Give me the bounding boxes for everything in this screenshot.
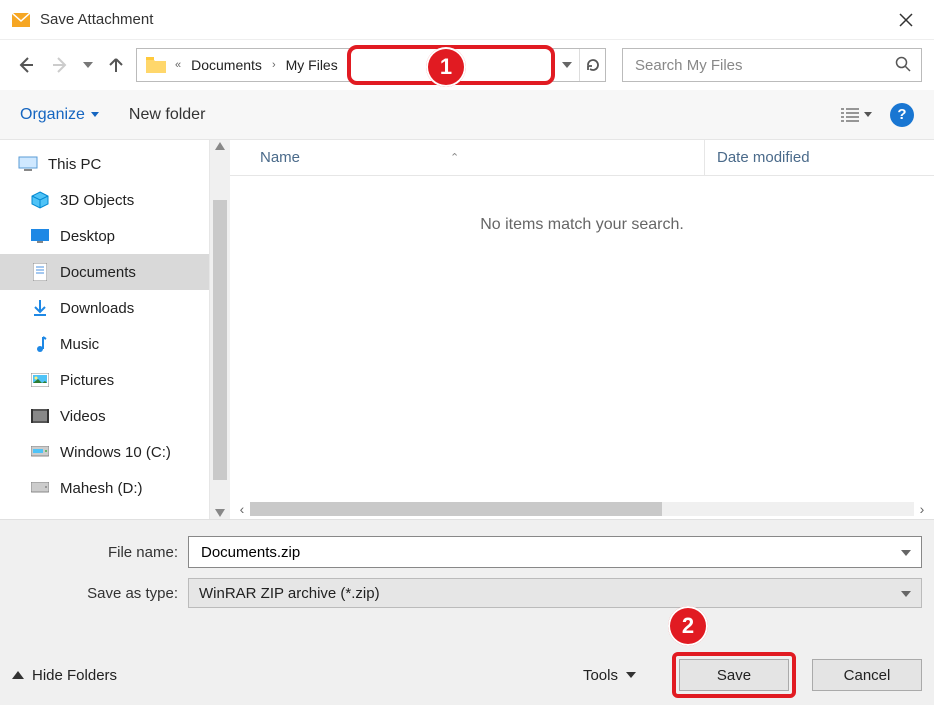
drive-icon (30, 478, 50, 498)
tree-pictures[interactable]: Pictures (0, 362, 209, 398)
annotation-badge-2: 2 (668, 606, 708, 646)
chevron-down-icon (91, 112, 99, 117)
search-box[interactable] (622, 48, 922, 82)
column-name-label: Name (260, 149, 300, 166)
new-folder-button[interactable]: New folder (129, 106, 205, 124)
tree-documents[interactable]: Documents (0, 254, 209, 290)
chevron-right-icon: › (268, 59, 280, 71)
folder-tree[interactable]: This PC 3D Objects Desktop Documents Dow… (0, 140, 210, 519)
scroll-up-icon (215, 142, 225, 150)
tree-label: Windows 10 (C:) (60, 444, 171, 461)
organize-button[interactable]: Organize (20, 106, 99, 124)
close-button[interactable] (886, 0, 926, 40)
address-dropdown[interactable] (553, 49, 579, 81)
tree-scrollbar[interactable] (210, 140, 230, 519)
download-icon (30, 298, 50, 318)
file-list-header: Name ⌃ Date modified (230, 140, 934, 176)
mail-icon (12, 11, 30, 29)
tools-label: Tools (583, 667, 618, 684)
tree-label: Downloads (60, 300, 134, 317)
pictures-icon (30, 370, 50, 390)
chevron-icon: « (171, 59, 185, 71)
scroll-left-icon: ‹ (234, 501, 250, 517)
breadcrumb-documents[interactable]: Documents (185, 49, 268, 81)
filename-dropdown[interactable] (901, 545, 911, 559)
tree-label: 3D Objects (60, 192, 134, 209)
tree-label: Music (60, 336, 99, 353)
titlebar: Save Attachment (0, 0, 934, 40)
search-icon (895, 56, 911, 75)
main-area: This PC 3D Objects Desktop Documents Dow… (0, 140, 934, 520)
nav-up-button[interactable] (102, 49, 130, 81)
bottom-panel: File name: Save as type: WinRAR ZIP arch… (0, 520, 934, 705)
view-mode-button[interactable] (840, 107, 872, 123)
nav-forward-button[interactable] (46, 49, 74, 81)
cube-icon (30, 190, 50, 210)
tree-this-pc[interactable]: This PC (0, 146, 209, 182)
savetype-field[interactable]: WinRAR ZIP archive (*.zip) (188, 578, 922, 608)
chevron-up-icon (12, 671, 24, 679)
hide-folders-label: Hide Folders (32, 667, 117, 684)
chevron-down-icon (864, 112, 872, 117)
address-bar[interactable]: « Documents › My Files (136, 48, 606, 82)
scroll-right-icon: › (914, 501, 930, 517)
search-input[interactable] (633, 56, 895, 75)
tree-desktop[interactable]: Desktop (0, 218, 209, 254)
tree-label: Videos (60, 408, 106, 425)
videos-icon (30, 406, 50, 426)
tools-button[interactable]: Tools (583, 667, 636, 684)
filename-field[interactable] (188, 536, 922, 568)
cancel-button[interactable]: Cancel (812, 659, 922, 691)
document-icon (30, 262, 50, 282)
tree-music[interactable]: Music (0, 326, 209, 362)
save-button[interactable]: Save (679, 659, 789, 691)
organize-label: Organize (20, 106, 85, 124)
tree-label: Mahesh (D:) (60, 480, 143, 497)
column-date-modified[interactable]: Date modified (704, 140, 934, 175)
nav-row: « Documents › My Files (0, 40, 934, 90)
nav-back-button[interactable] (12, 49, 40, 81)
toolbar: Organize New folder ? (0, 90, 934, 140)
tree-label: This PC (48, 156, 101, 173)
help-button[interactable]: ? (890, 103, 914, 127)
file-list-area: Name ⌃ Date modified No items match your… (230, 140, 934, 519)
annotation-badge-1: 1 (426, 47, 466, 87)
breadcrumb-my-files[interactable]: My Files (280, 49, 344, 81)
column-name[interactable]: Name ⌃ (230, 149, 704, 166)
scrollbar-thumb[interactable] (213, 200, 227, 480)
folder-icon (145, 54, 167, 76)
window-title: Save Attachment (40, 11, 153, 28)
filename-input[interactable] (199, 543, 895, 562)
column-date-label: Date modified (717, 149, 810, 166)
music-icon (30, 334, 50, 354)
tree-label: Desktop (60, 228, 115, 245)
hide-folders-button[interactable]: Hide Folders (12, 667, 117, 684)
tree-drive-d[interactable]: Mahesh (D:) (0, 470, 209, 506)
tree-drive-c[interactable]: Windows 10 (C:) (0, 434, 209, 470)
drive-icon (30, 442, 50, 462)
file-scrollbar-horizontal[interactable]: ‹ › (230, 499, 934, 519)
refresh-button[interactable] (579, 49, 605, 81)
empty-list-message: No items match your search. (230, 216, 934, 234)
tree-downloads[interactable]: Downloads (0, 290, 209, 326)
nav-recent-dropdown[interactable] (80, 49, 96, 81)
savetype-value: WinRAR ZIP archive (*.zip) (199, 585, 895, 602)
scrollbar-thumb[interactable] (250, 502, 662, 516)
savetype-dropdown[interactable] (901, 586, 911, 600)
savetype-label: Save as type: (12, 585, 188, 602)
scroll-down-icon (215, 509, 225, 517)
desktop-icon (30, 226, 50, 246)
tree-3d-objects[interactable]: 3D Objects (0, 182, 209, 218)
annotation-outline-2: Save (672, 652, 796, 698)
tree-videos[interactable]: Videos (0, 398, 209, 434)
tree-label: Pictures (60, 372, 114, 389)
sort-indicator-icon: ⌃ (450, 151, 459, 164)
chevron-down-icon (626, 672, 636, 678)
pc-icon (18, 154, 38, 174)
tree-label: Documents (60, 264, 136, 281)
filename-label: File name: (12, 544, 188, 561)
